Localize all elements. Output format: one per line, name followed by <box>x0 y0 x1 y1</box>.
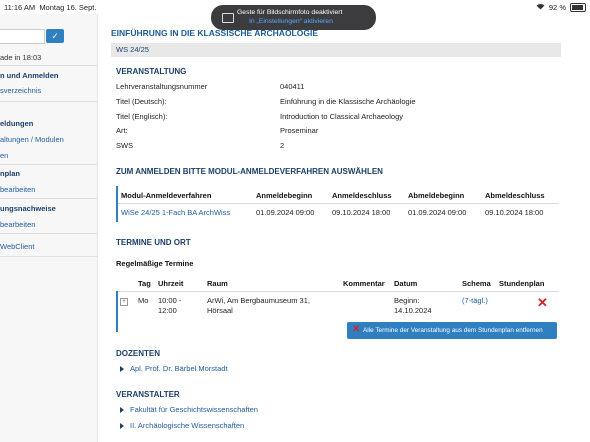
veranstalter-link[interactable]: Fakultät für Geschichtswissenschaften <box>130 405 258 414</box>
sidebar-heading-anmelden: n und Anmelden <box>0 71 59 80</box>
column-header: Abmeldeschluss <box>485 191 545 200</box>
expand-icon[interactable]: + <box>120 298 128 306</box>
detail-value: 040411 <box>280 82 305 91</box>
column-header: Anmeldebeginn <box>256 191 313 200</box>
section-dozenten: DOZENTEN <box>116 349 160 358</box>
section-termine: TERMINE UND ORT <box>116 238 191 247</box>
column-header: Datum <box>394 279 418 288</box>
column-header: Raum <box>207 279 228 288</box>
sidebar-item-webclient[interactable]: WebClient <box>0 242 34 251</box>
status-time: 11:16 AM <box>4 3 36 12</box>
page-title: EINFÜHRUNG IN DIE KLASSISCHE ARCHÄOLOGIE <box>111 28 319 38</box>
detail-label: Art: <box>116 126 128 135</box>
section-veranstaltung: VERANSTALTUNG <box>116 67 187 76</box>
column-header: Abmeldebeginn <box>408 191 465 200</box>
detail-value: Einführung in die Klassische Archäologie <box>280 97 416 106</box>
sidebar-heading-stundenplan: nplan <box>0 169 20 178</box>
veranstalter-link[interactable]: II. Archäologische Wissenschaften <box>130 421 244 430</box>
remove-all-termine-button[interactable]: ✕ Alle Termine der Veranstaltung aus dem… <box>347 322 557 339</box>
termin-raum: Hörsaal <box>207 306 233 315</box>
session-timer: ade in 18:03 <box>0 53 42 62</box>
remove-from-schedule-icon[interactable]: ✕ <box>537 296 548 309</box>
sidebar-item-veranstaltungen[interactable]: altungen / Modulen <box>0 135 64 144</box>
anmeldeverfahren-link[interactable]: WiSe 24/25 1-Fach BA ArchWiss <box>121 208 230 217</box>
remove-icon: ✕ <box>352 324 361 335</box>
termin-raum: ArWi, Am Bergbaumuseum 31, <box>207 296 310 305</box>
table-cell: 01.09.2024 09:00 <box>256 208 315 217</box>
battery-icon <box>570 3 586 12</box>
column-header: Tag <box>138 279 151 288</box>
column-header: Anmeldeschluss <box>332 191 392 200</box>
termin-schema-link[interactable]: (7-tägl.) <box>462 296 488 305</box>
termin-tag: Mo <box>138 296 149 305</box>
screenshot-toast[interactable]: Geste für Bildschirmfoto deaktiviert In … <box>211 5 376 30</box>
detail-label: Titel (Deutsch): <box>116 97 167 106</box>
battery-percent: 92 % <box>548 3 566 12</box>
column-header: Kommentar <box>343 279 385 288</box>
table-cell: 09.10.2024 18:00 <box>485 208 544 217</box>
dozent-link[interactable]: Apl. Prof. Dr. Bärbel Morstadt <box>130 364 228 373</box>
table-cell: 01.09.2024 09:00 <box>408 208 467 217</box>
detail-label: SWS <box>116 141 134 150</box>
detail-label: Lehrveranstaltungsnummer <box>116 82 208 91</box>
triangle-right-icon <box>120 366 124 372</box>
termin-datum: Beginn: <box>394 296 420 305</box>
toast-settings-link[interactable]: In „Einstellungen“ aktivieren <box>249 18 333 25</box>
termin-zeit: 10:00 - <box>158 296 182 305</box>
wifi-icon <box>536 3 545 12</box>
sidebar-submit-button[interactable]: ✓ <box>46 29 64 43</box>
remove-all-termine-label: Alle Termine der Veranstaltung aus dem S… <box>363 327 543 334</box>
triangle-right-icon <box>120 423 124 429</box>
sidebar-item-verzeichnis[interactable]: sverzeichnis <box>0 86 41 95</box>
status-date: Montag 16. Sept. <box>39 3 97 12</box>
column-header: Schema <box>462 279 491 288</box>
sidebar-heading-anmeldungen: eldungen <box>0 119 34 128</box>
sidebar-item-en[interactable]: en <box>0 151 8 160</box>
semester-label: WS 24/25 <box>116 45 149 54</box>
termin-zeit: 12:00 <box>158 306 177 315</box>
column-header: Modul-Anmeldeverfahren <box>121 191 212 200</box>
subheading-regelmaessige-termine: Regelmäßige Termine <box>116 259 194 268</box>
detail-value: 2 <box>280 141 285 150</box>
column-header: Uhrzeit <box>158 279 184 288</box>
sidebar: ✓ ade in 18:03 n und Anmelden sverzeichn… <box>0 14 98 442</box>
table-cell: 09.10.2024 18:00 <box>332 208 391 217</box>
toast-title: Geste für Bildschirmfoto deaktiviert <box>237 9 343 16</box>
termin-datum: 14.10.2024 <box>394 306 432 315</box>
sidebar-item-stundenplan-bearbeiten[interactable]: bearbeiten <box>0 185 35 194</box>
section-veranstalter: VERANSTALTER <box>116 390 180 399</box>
screenshot-icon <box>222 13 234 23</box>
detail-label: Titel (Englisch): <box>116 112 168 121</box>
detail-value: Proseminar <box>280 126 319 135</box>
semester-bar: WS 24/25 <box>111 43 561 57</box>
section-anmelden: ZUM ANMELDEN BITTE MODUL-ANMELDEVERFAHRE… <box>116 167 383 176</box>
column-header: Stundenplan <box>499 279 545 288</box>
triangle-right-icon <box>120 407 124 413</box>
sidebar-heading-leistungsnachweise: ungsnachweise <box>0 204 56 213</box>
sidebar-search-input[interactable] <box>0 29 45 44</box>
sidebar-item-nachweise-bearbeiten[interactable]: bearbeiten <box>0 220 35 229</box>
detail-value: Introduction to Classical Archaeology <box>280 112 403 121</box>
